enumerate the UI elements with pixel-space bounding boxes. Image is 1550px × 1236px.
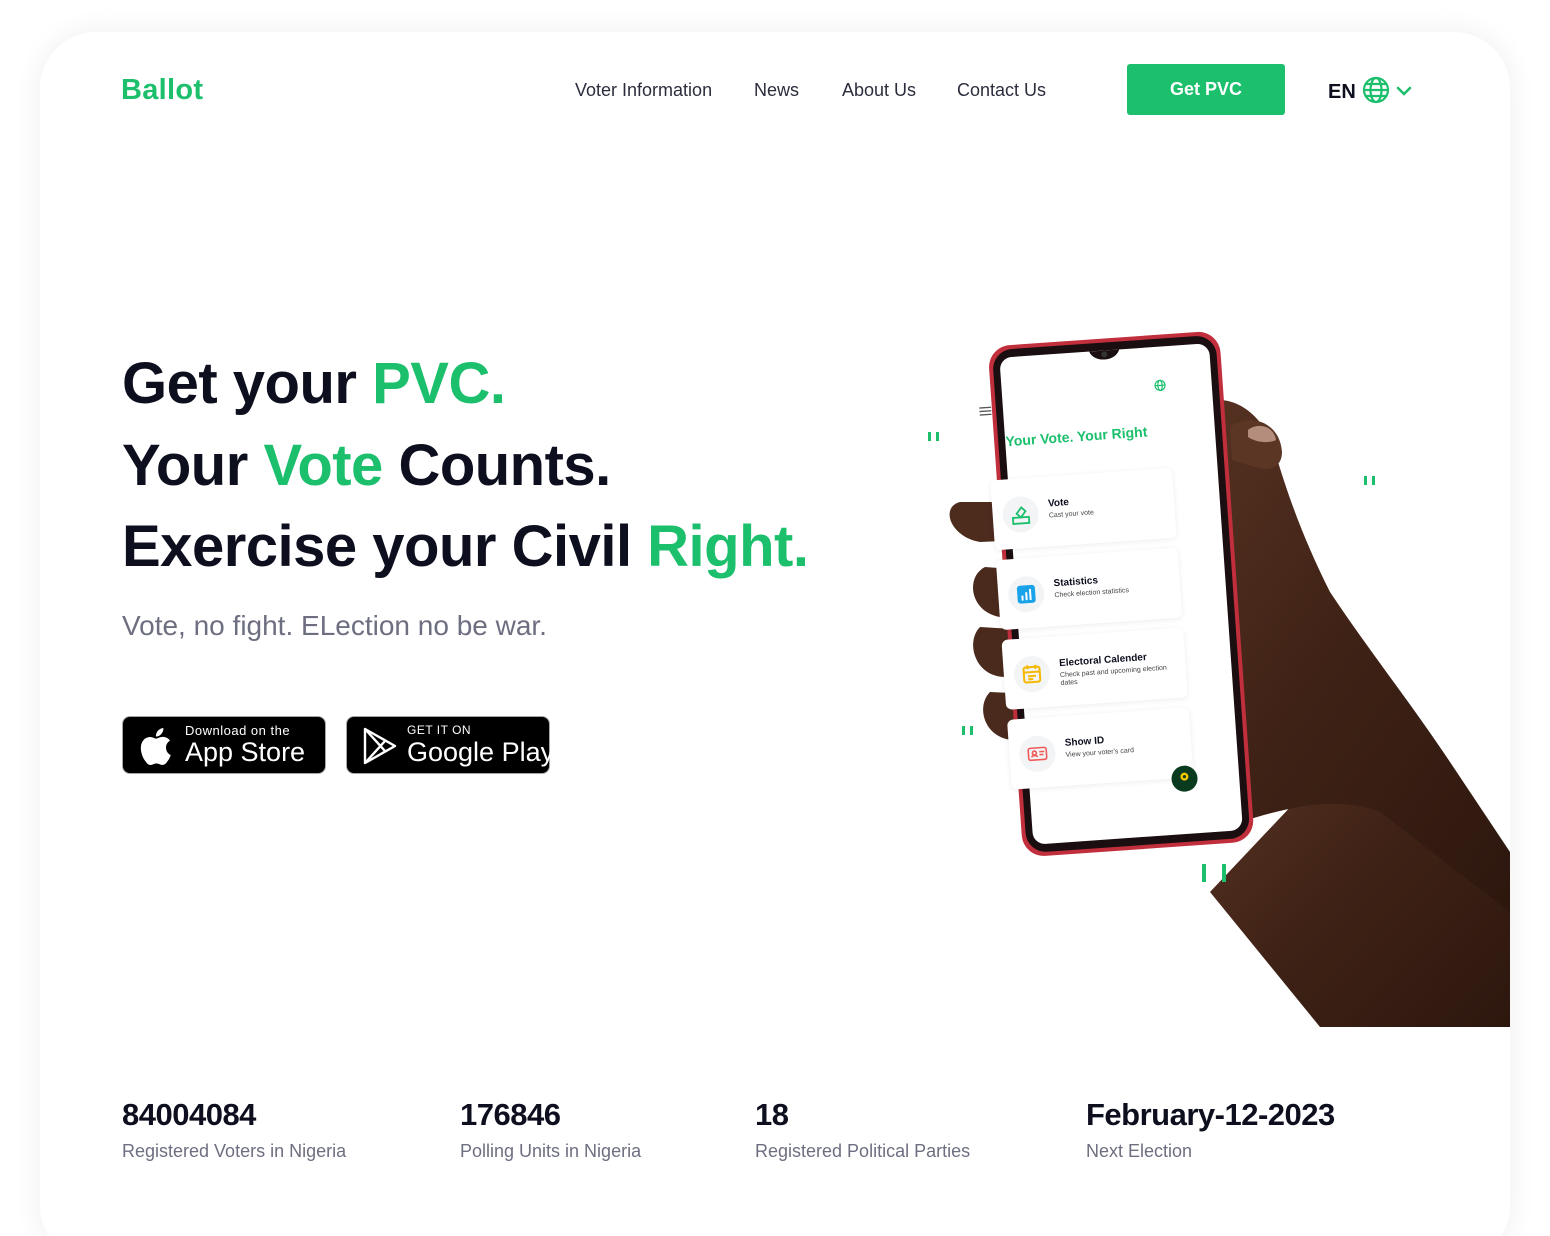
nav-voter-information[interactable]: Voter Information — [575, 80, 712, 101]
stat-value: 84004084 — [122, 1097, 256, 1132]
decor-tick — [962, 726, 965, 735]
stat-next-election: February-12-2023 Next Election — [1086, 1097, 1335, 1162]
landing-page: Ballot Voter Information News About Us C… — [40, 32, 1510, 1236]
id-card-icon — [1018, 734, 1057, 774]
stat-label: Registered Political Parties — [755, 1141, 971, 1161]
apple-icon — [137, 727, 173, 770]
globe-icon[interactable] — [1154, 378, 1167, 397]
language-selector[interactable]: EN — [1328, 76, 1412, 109]
stat-value: 176846 — [460, 1097, 561, 1132]
brand-logo[interactable]: Ballot — [121, 74, 203, 107]
phone-card-statistics[interactable]: Statistics Check election statistics — [995, 547, 1183, 631]
stat-label: Polling Units in Nigeria — [460, 1141, 642, 1161]
decor-tick — [1364, 476, 1367, 485]
phone-screen: Your Vote. Your Right Vote Cast your vot… — [979, 350, 1199, 826]
decor-tick — [928, 432, 931, 441]
phone-card-electoral-calender[interactable]: Electoral Calender Check past and upcomi… — [1001, 627, 1188, 710]
nav-about-us[interactable]: About Us — [842, 80, 916, 101]
stat-polling-units: 176846 Polling Units in Nigeria — [460, 1097, 641, 1162]
nav-news[interactable]: News — [754, 80, 799, 101]
stat-registered-voters: 84004084 Registered Voters in Nigeria — [122, 1097, 346, 1162]
hero-heading-line-1: Get your PVC. — [122, 350, 506, 417]
phone-card-vote[interactable]: Vote Cast your vote — [990, 467, 1177, 551]
pin-icon — [1178, 769, 1191, 788]
hero-heading-line-2: Your Vote Counts. — [122, 432, 611, 499]
hero-accent-text: Right. — [647, 514, 809, 579]
chart-icon — [1007, 575, 1046, 614]
stat-value: February-12-2023 — [1086, 1097, 1335, 1132]
get-pvc-button[interactable]: Get PVC — [1127, 64, 1285, 115]
app-store-button[interactable]: Download on the App Store — [122, 716, 326, 774]
hero-accent-text: PVC. — [372, 351, 506, 416]
phone-app-title: Your Vote. Your Right — [1004, 423, 1148, 450]
stat-label: Registered Voters in Nigeria — [122, 1141, 347, 1161]
nav-contact-us[interactable]: Contact Us — [957, 80, 1046, 101]
stat-label: Next Election — [1086, 1141, 1193, 1161]
calendar-icon — [1012, 654, 1052, 694]
google-play-big-text: Google Play — [407, 737, 555, 767]
hero-text: Counts. — [382, 433, 611, 498]
hero-text: Get your — [122, 351, 373, 416]
hero-text: Exercise your Civil — [122, 514, 648, 579]
hero-heading-line-3: Exercise your Civil Right. — [122, 513, 809, 580]
hero-accent-text: Vote — [263, 433, 383, 498]
phone-card-title: Statistics — [1053, 575, 1099, 590]
decor-tick — [970, 726, 973, 735]
decor-tick — [1372, 476, 1375, 485]
menu-icon[interactable] — [979, 402, 992, 421]
play-icon — [361, 727, 399, 770]
language-code: EN — [1328, 81, 1356, 103]
stat-political-parties: 18 Registered Political Parties — [755, 1097, 970, 1162]
decor-tick — [936, 432, 939, 441]
hero-subtitle: Vote, no fight. ELection no be war. — [122, 610, 547, 641]
phone-card-title: Show ID — [1064, 735, 1105, 749]
decor-tick — [1202, 864, 1206, 882]
google-play-small-text: GET IT ON — [407, 723, 472, 737]
app-store-small-text: Download on the — [185, 723, 291, 738]
chevron-down-icon — [1396, 84, 1412, 102]
globe-icon — [1362, 76, 1390, 109]
ballot-icon — [1001, 495, 1040, 534]
app-store-big-text: App Store — [185, 737, 306, 767]
google-play-button[interactable]: GET IT ON Google Play — [346, 716, 554, 774]
hero-text: Your — [122, 433, 264, 498]
location-fab[interactable] — [1170, 764, 1199, 793]
decor-tick — [1222, 864, 1226, 882]
phone-card-title: Vote — [1047, 497, 1070, 510]
stat-value: 18 — [755, 1097, 789, 1132]
phone-card-desc: Check past and upcoming election dates — [1059, 664, 1168, 688]
phone-card-show-id[interactable]: Show ID View your voter's card — [1007, 707, 1194, 790]
